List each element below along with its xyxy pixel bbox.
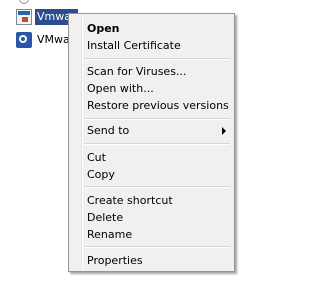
menu-item-scan-for-viruses[interactable]: Scan for Viruses... (71, 63, 232, 80)
file-list: Vmwar VMwar Open Install Certificate Sca… (0, 0, 252, 287)
application-icon (16, 32, 32, 48)
msi-package-icon (16, 9, 32, 25)
menu-item-open-with[interactable]: Open with... (71, 80, 232, 97)
menu-item-copy[interactable]: Copy (71, 166, 232, 183)
menu-item-restore-previous-versions[interactable]: Restore previous versions (71, 97, 232, 114)
menu-separator (84, 143, 230, 145)
menu-separator (84, 246, 230, 248)
menu-item-rename[interactable]: Rename (71, 226, 232, 243)
menu-separator (84, 58, 230, 60)
menu-separator (84, 118, 230, 120)
menu-item-create-shortcut[interactable]: Create shortcut (71, 192, 232, 209)
menu-item-install-certificate[interactable]: Install Certificate (71, 37, 232, 54)
submenu-arrow-icon (222, 127, 226, 135)
menu-item-cut[interactable]: Cut (71, 149, 232, 166)
file-row-partial[interactable] (0, 0, 29, 8)
menu-item-label: Send to (87, 124, 130, 137)
context-menu: Open Install Certificate Scan for Viruse… (68, 13, 235, 272)
menu-item-open[interactable]: Open (71, 20, 232, 37)
menu-item-send-to[interactable]: Send to (71, 122, 232, 139)
menu-item-properties[interactable]: Properties (71, 252, 232, 269)
file-row-vmware-exe[interactable]: VMwar (0, 31, 76, 49)
circle-icon (19, 0, 29, 4)
file-row-vmware-msi[interactable]: Vmwar (0, 8, 78, 26)
menu-separator (84, 186, 230, 188)
menu-item-delete[interactable]: Delete (71, 209, 232, 226)
